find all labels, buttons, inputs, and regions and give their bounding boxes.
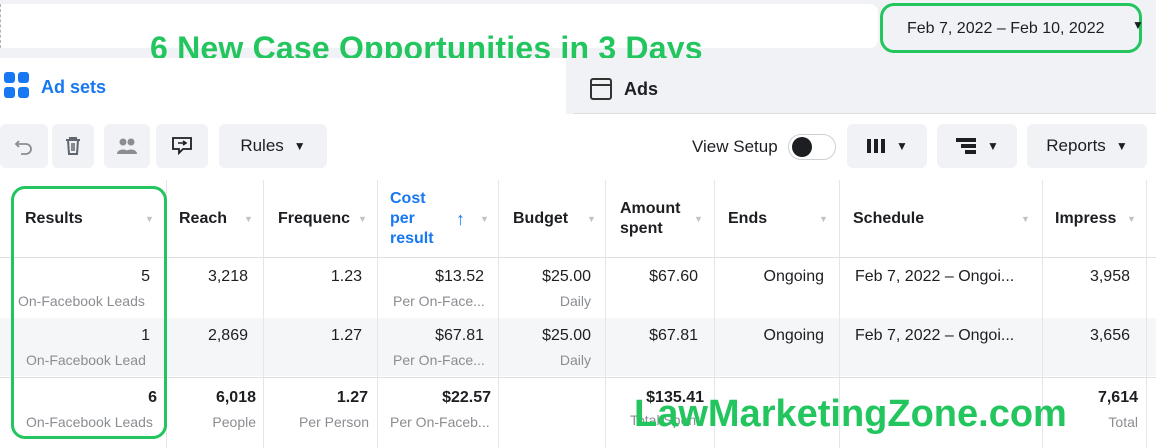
row1-cost: $13.52 <box>435 268 484 285</box>
row2-cost: $67.81 <box>435 327 484 344</box>
sort-caret-icon[interactable]: ▼ <box>358 214 367 224</box>
row1-schedule: Feb 7, 2022 – Ongoi... <box>855 268 1015 285</box>
tab-ad-sets-label: Ad sets <box>41 77 107 97</box>
delete-button[interactable] <box>52 124 94 168</box>
rules-button[interactable]: Rules ▼ <box>219 124 327 168</box>
header-cost-per-result[interactable]: Cost per result <box>390 180 434 258</box>
view-setup-label: View Setup <box>692 137 778 156</box>
duplicate-button[interactable] <box>104 124 150 168</box>
header-amount-spent[interactable]: Amount spent <box>620 180 680 258</box>
total-reach: 6,018 <box>215 389 256 406</box>
columns-icon <box>867 139 886 153</box>
header-amount-line1: Amount <box>620 200 681 217</box>
columns-button[interactable]: ▼ <box>847 124 927 168</box>
undo-button[interactable] <box>0 124 48 168</box>
column-divider <box>1146 180 1147 448</box>
caret-down-icon: ▼ <box>1115 139 1128 153</box>
row1-impressions: 3,958 <box>1089 268 1130 285</box>
row1-ends: Ongoing <box>763 268 825 285</box>
date-range-picker[interactable]: Feb 7, 2022 – Feb 10, 2022 <box>880 3 1142 53</box>
rules-label: Rules <box>240 136 284 155</box>
reports-button[interactable]: Reports ▼ <box>1027 124 1147 168</box>
caret-down-icon: ▼ <box>293 139 306 153</box>
column-divider <box>605 180 606 448</box>
toggle-knob <box>792 137 812 157</box>
tab-ads-label: Ads <box>624 79 659 99</box>
row2-budget: $25.00 <box>542 327 591 344</box>
header-impressions[interactable]: Impress <box>1055 180 1116 258</box>
row2-frequency: 1.27 <box>330 327 362 344</box>
header-schedule[interactable]: Schedule <box>853 180 924 258</box>
edit-swap-icon <box>172 137 192 156</box>
people-icon <box>117 138 137 154</box>
chevron-down-icon[interactable]: ▼ <box>1132 18 1144 32</box>
header-reach[interactable]: Reach <box>179 180 227 258</box>
column-divider <box>263 180 264 448</box>
row2-cost-sub: Per On-Face... <box>393 352 485 368</box>
date-range-label: Feb 7, 2022 – Feb 10, 2022 <box>907 20 1105 37</box>
row2-impressions: 3,656 <box>1089 327 1130 344</box>
row1-amount: $67.60 <box>649 268 698 285</box>
caret-down-icon: ▼ <box>987 139 999 153</box>
header-budget[interactable]: Budget <box>513 180 568 258</box>
grid-icon <box>4 72 30 100</box>
total-cost-sub: Per On-Faceb... <box>390 414 490 430</box>
total-frequency: 1.27 <box>336 389 368 406</box>
reports-label: Reports <box>1046 136 1106 155</box>
row1-reach: 3,218 <box>207 268 248 285</box>
column-divider <box>377 180 378 448</box>
header-ends[interactable]: Ends <box>728 180 767 258</box>
header-cost-line1: Cost <box>390 190 426 207</box>
ad-page-icon <box>590 78 612 100</box>
total-frequency-sub: Per Person <box>298 414 369 430</box>
breakdown-icon <box>956 138 977 154</box>
sort-caret-icon[interactable]: ▼ <box>694 214 703 224</box>
sort-caret-icon[interactable]: ▼ <box>587 214 596 224</box>
header-amount-line2: spent <box>620 220 663 237</box>
total-reach-sub: People <box>212 414 256 430</box>
sort-caret-icon[interactable]: ▼ <box>1127 214 1136 224</box>
header-frequency[interactable]: Frequenc <box>278 180 350 258</box>
row1-budget: $25.00 <box>542 268 591 285</box>
total-cost: $22.57 <box>442 389 491 406</box>
edit-button[interactable] <box>156 124 208 168</box>
row2-schedule: Feb 7, 2022 – Ongoi... <box>855 327 1015 344</box>
row2-reach: 2,869 <box>207 327 248 344</box>
sort-caret-icon[interactable]: ▼ <box>1021 214 1030 224</box>
breakdown-button[interactable]: ▼ <box>937 124 1017 168</box>
row1-cost-sub: Per On-Face... <box>393 293 485 309</box>
view-setup-toggle[interactable] <box>788 134 836 160</box>
header-cost-line2: per <box>390 210 415 227</box>
sort-caret-icon[interactable]: ▼ <box>480 214 489 224</box>
watermark: LawMarketingZone.com <box>634 393 1067 435</box>
column-divider <box>498 180 499 448</box>
row1-budget-sub: Daily <box>559 293 591 309</box>
header-cost-line3: result <box>390 230 434 247</box>
table-header <box>0 180 1156 258</box>
caret-down-icon: ▼ <box>896 139 908 153</box>
row1-frequency: 1.23 <box>330 268 362 285</box>
row2-amount: $67.81 <box>649 327 698 344</box>
row2-budget-sub: Daily <box>559 352 591 368</box>
sort-caret-icon[interactable]: ▼ <box>819 214 828 224</box>
tab-ads[interactable] <box>574 64 1156 114</box>
sort-caret-icon[interactable]: ▼ <box>244 214 253 224</box>
results-highlight-box <box>11 186 167 439</box>
row2-ends: Ongoing <box>763 327 825 344</box>
undo-icon <box>14 140 32 155</box>
trash-icon <box>66 137 80 155</box>
sort-ascending-icon[interactable]: ↑ <box>456 209 465 230</box>
